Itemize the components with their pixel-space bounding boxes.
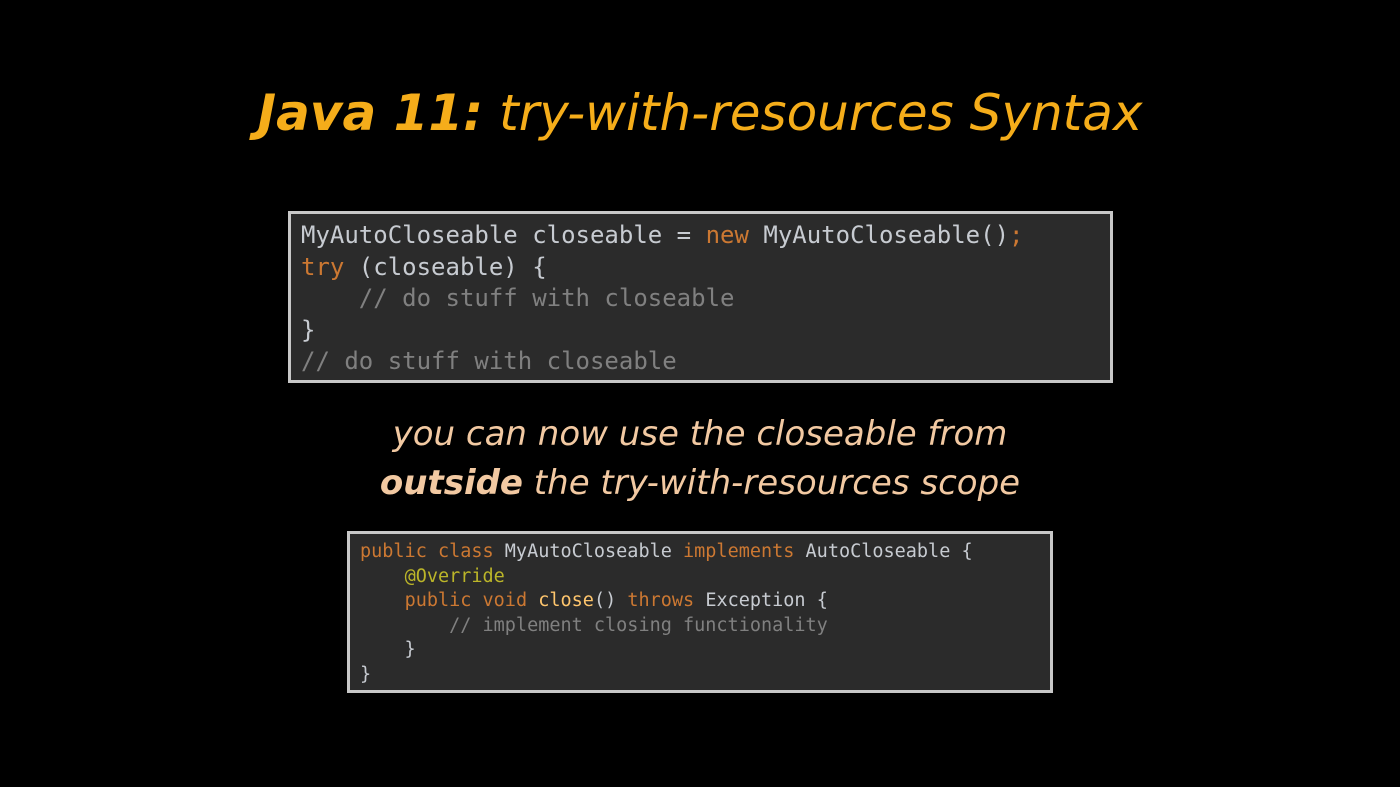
code-token: public class bbox=[360, 541, 494, 562]
code-token: // do stuff with closeable bbox=[301, 347, 677, 375]
code-token: // do stuff with closeable bbox=[301, 284, 735, 312]
code-line: public class MyAutoCloseable implements … bbox=[360, 540, 1050, 565]
code-token: () bbox=[593, 590, 628, 611]
slide-title: Java 11: try-with-resources Syntax bbox=[0, 78, 1400, 148]
code-token: } bbox=[301, 315, 316, 344]
code-token: ; bbox=[1009, 221, 1024, 249]
code-token: } bbox=[360, 639, 416, 660]
code-block-autocloseable-class: public class MyAutoCloseable implements … bbox=[347, 531, 1053, 693]
code-token: MyAutoCloseable closeable = bbox=[301, 221, 706, 249]
code-token: implements bbox=[683, 541, 795, 562]
code-line: MyAutoCloseable closeable = new MyAutoCl… bbox=[301, 220, 1110, 252]
caption-emphasis: outside bbox=[379, 463, 523, 503]
code-line: @Override bbox=[360, 565, 1050, 590]
caption-line-2: outside the try-with-resources scope bbox=[0, 459, 1400, 507]
code-token: MyAutoCloseable() bbox=[748, 221, 1010, 249]
code-line: } bbox=[360, 663, 1050, 688]
code-line: // do stuff with closeable bbox=[301, 346, 1110, 378]
code-line: public void close() throws Exception { bbox=[360, 589, 1050, 614]
caption-text-1: you can now use the closeable from bbox=[392, 414, 1008, 454]
code-token: throws bbox=[627, 590, 695, 611]
code-line: try (closeable) { bbox=[301, 252, 1110, 284]
code-token: Exception { bbox=[694, 590, 828, 611]
code-token: MyAutoCloseable bbox=[493, 541, 684, 562]
code-token: new bbox=[705, 221, 749, 249]
code-token: @Override bbox=[404, 565, 505, 587]
title-main: try-with-resources Syntax bbox=[499, 84, 1143, 142]
slide: Java 11: try-with-resources Syntax MyAut… bbox=[0, 0, 1400, 787]
code-line: } bbox=[301, 315, 1110, 347]
code-token: (closeable) { bbox=[344, 252, 547, 281]
code-line: // implement closing functionality bbox=[360, 614, 1050, 639]
code-token: try bbox=[301, 252, 345, 281]
title-prefix: Java 11: bbox=[257, 84, 484, 142]
code-token: close bbox=[538, 590, 594, 611]
code-token: // implement closing functionality bbox=[360, 614, 828, 636]
caption-line-1: you can now use the closeable from bbox=[0, 410, 1400, 458]
code-token: AutoCloseable { bbox=[794, 541, 973, 562]
code-token: } bbox=[360, 663, 372, 685]
code-line: // do stuff with closeable bbox=[301, 283, 1110, 315]
code-block-try-with-resources: MyAutoCloseable closeable = new MyAutoCl… bbox=[288, 211, 1113, 383]
code-token: public void bbox=[404, 590, 528, 611]
caption-text-2: the try-with-resources scope bbox=[523, 463, 1021, 503]
code-line: } bbox=[360, 638, 1050, 663]
